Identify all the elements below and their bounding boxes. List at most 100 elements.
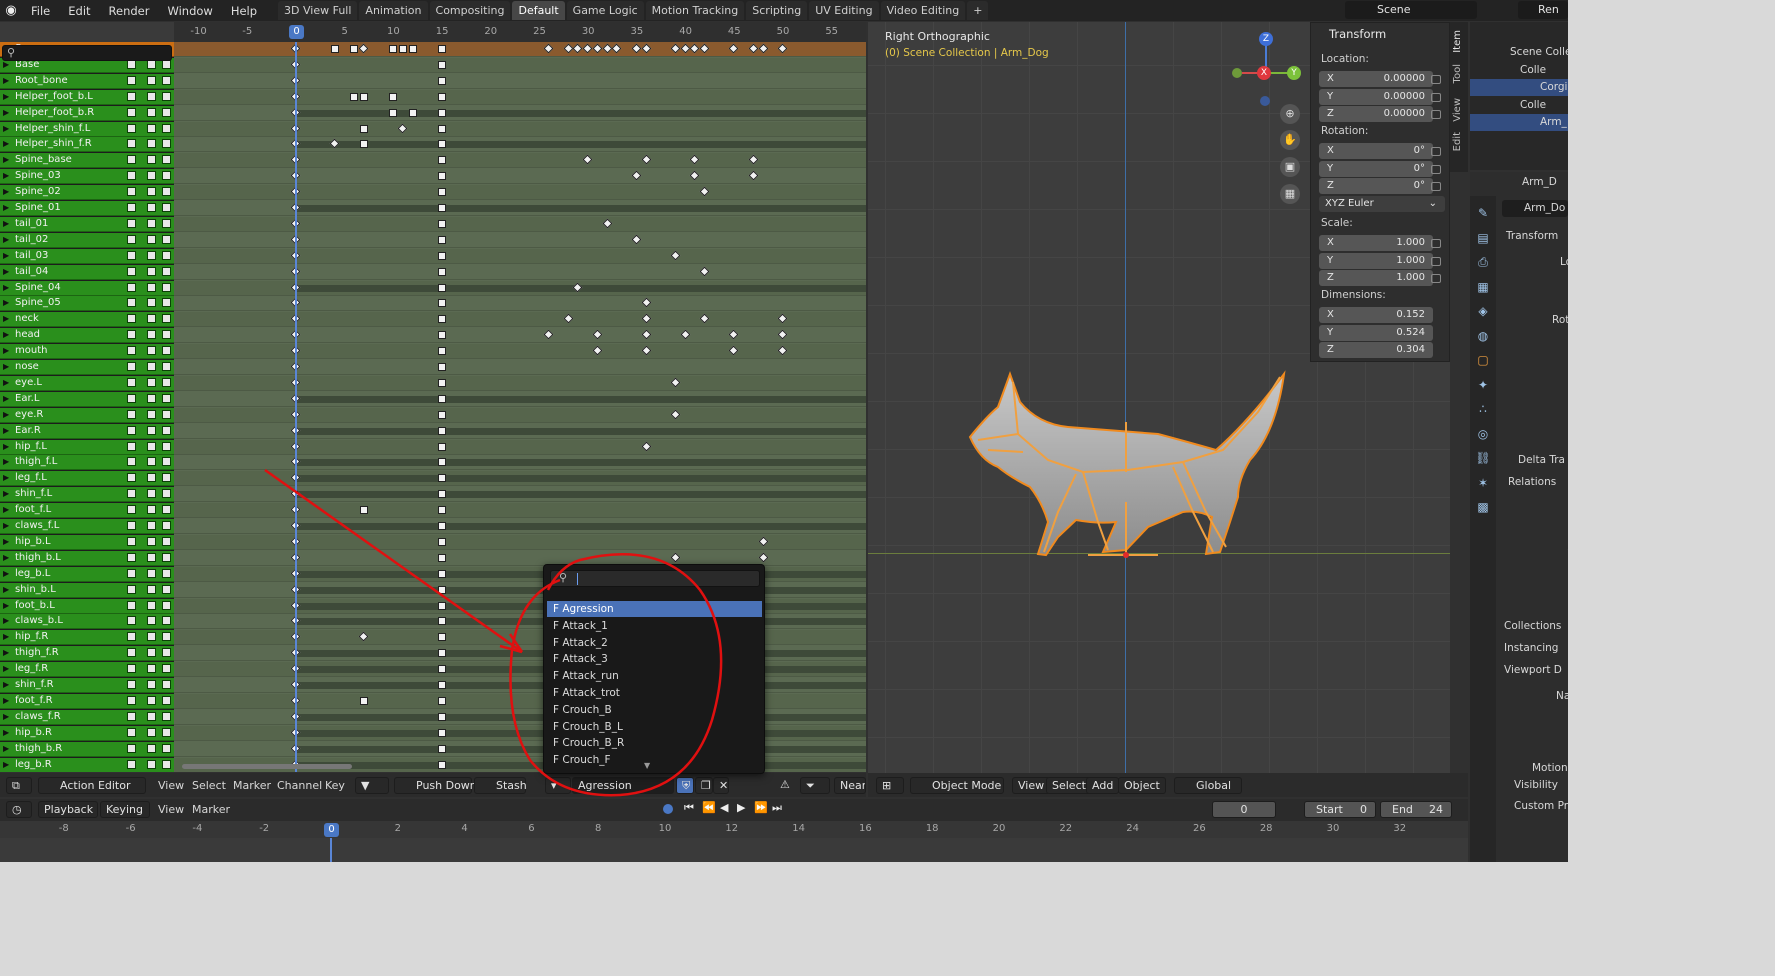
keyframe[interactable]	[641, 345, 652, 356]
lock-icon[interactable]	[1431, 256, 1441, 266]
checkbox-icon[interactable]	[147, 139, 156, 149]
keyframe[interactable]	[592, 345, 603, 356]
close-icon[interactable]: ✕	[713, 777, 729, 794]
action-name-field[interactable]: Agression	[572, 777, 674, 794]
expand-icon[interactable]: ▶	[3, 74, 9, 88]
location-x-field[interactable]: X 0.00000	[1319, 71, 1433, 87]
channel-search-input[interactable]: ⚲	[2, 45, 172, 61]
start-frame-field[interactable]: Start 0	[1304, 801, 1376, 818]
expand-icon[interactable]: ▶	[3, 360, 9, 374]
wrench-icon[interactable]	[127, 362, 136, 371]
keyframe[interactable]	[438, 696, 447, 705]
menu-marker[interactable]: Marker	[192, 803, 230, 816]
dopesheet-row[interactable]	[174, 328, 866, 344]
keyframe[interactable]	[592, 43, 603, 54]
channel-row[interactable]: ▶ tail_04	[0, 264, 174, 280]
object-mode-select[interactable]: Object Mode	[910, 777, 1004, 794]
keyframe[interactable]	[438, 522, 447, 530]
dopesheet-row[interactable]	[174, 503, 866, 519]
wrench-icon[interactable]	[127, 409, 136, 419]
checkbox-icon[interactable]	[147, 250, 156, 260]
tab-motion-tracking[interactable]: Motion Tracking	[645, 1, 745, 20]
lock-icon[interactable]	[162, 75, 171, 85]
expand-icon[interactable]: ▶	[3, 646, 9, 660]
checkbox-icon[interactable]	[147, 441, 156, 451]
menu-window[interactable]: Window	[158, 4, 221, 18]
checkbox-icon[interactable]	[147, 187, 156, 197]
dopesheet-row[interactable]	[174, 74, 866, 89]
keyframe[interactable]	[438, 347, 447, 356]
wrench-icon[interactable]	[127, 632, 136, 642]
physics-icon[interactable]: ◎	[1475, 427, 1491, 443]
expand-icon[interactable]: ▶	[3, 551, 9, 565]
dopesheet-row[interactable]	[174, 519, 866, 534]
keyframe[interactable]	[758, 43, 768, 54]
lock-icon[interactable]	[1431, 75, 1441, 84]
checkbox-icon[interactable]	[147, 123, 156, 133]
lock-icon[interactable]	[162, 552, 171, 562]
keyframe[interactable]	[582, 43, 593, 54]
keyframe[interactable]	[689, 154, 700, 165]
keyframe[interactable]	[438, 537, 447, 546]
checkbox-icon[interactable]	[147, 346, 156, 356]
expand-icon[interactable]: ▶	[3, 312, 9, 326]
timeline-body[interactable]	[0, 838, 1468, 862]
expand-icon[interactable]: ▶	[3, 296, 9, 310]
menu-render[interactable]: Render	[100, 4, 159, 18]
action-list-item[interactable]: F Crouch_B	[547, 702, 762, 718]
checkbox-icon[interactable]	[147, 409, 156, 419]
expand-icon[interactable]: ▶	[3, 249, 9, 263]
tool-icon[interactable]: ✎	[1475, 206, 1491, 222]
expand-icon[interactable]: ▶	[3, 185, 9, 199]
keyframe[interactable]	[602, 218, 613, 229]
dimensions-x-field[interactable]: X 0.152	[1319, 307, 1433, 323]
keyframe[interactable]	[641, 43, 652, 54]
expand-icon[interactable]: ▶	[3, 567, 9, 581]
keyframe[interactable]	[543, 329, 554, 340]
view-layer-selector[interactable]: Ren	[1518, 1, 1568, 19]
rotation-y-field[interactable]: Y 0°	[1319, 160, 1433, 177]
lock-icon[interactable]	[162, 234, 171, 244]
dopesheet-row[interactable]	[174, 248, 866, 264]
wrench-icon[interactable]	[127, 664, 136, 674]
checkbox-icon[interactable]	[147, 377, 156, 387]
lock-icon[interactable]	[162, 489, 171, 499]
channel-row[interactable]: ▶ foot_f.R	[0, 693, 174, 709]
keyframe[interactable]	[438, 331, 447, 340]
checkbox-icon[interactable]	[147, 203, 156, 212]
channel-row[interactable]: ▶ claws_f.L	[0, 519, 174, 534]
wrench-icon[interactable]	[127, 234, 136, 244]
tab-game-logic[interactable]: Game Logic	[566, 1, 644, 20]
keyframe[interactable]	[438, 315, 447, 324]
lock-icon[interactable]	[162, 282, 171, 292]
stash-button[interactable]: Stash	[474, 777, 527, 794]
channel-row[interactable]: ▶ thigh_f.R	[0, 646, 174, 662]
action-search-input[interactable]: ⚲	[550, 570, 760, 587]
expand-icon[interactable]: ▶	[3, 694, 9, 708]
rotation-x-field[interactable]: X 0°	[1319, 143, 1433, 159]
keyframe[interactable]	[438, 728, 447, 737]
wrench-icon[interactable]	[127, 441, 136, 451]
dopesheet-row[interactable]	[174, 280, 866, 296]
keyframe[interactable]	[438, 204, 447, 212]
3d-viewport[interactable]: Right Orthographic (0) Scene Collection …	[868, 22, 1450, 797]
keyframe[interactable]	[438, 267, 447, 276]
scale-x-field[interactable]: X 1.000	[1319, 235, 1433, 251]
keyframe[interactable]	[360, 124, 369, 133]
checkbox-icon[interactable]	[147, 75, 156, 85]
grid-icon[interactable]: ▦	[1280, 184, 1300, 204]
keyframe[interactable]	[408, 45, 417, 53]
action-list-item[interactable]: F Crouch_B_L	[547, 719, 762, 735]
outliner-item[interactable]: Scene Collect	[1470, 44, 1568, 61]
wrench-icon[interactable]	[127, 203, 136, 212]
property-section[interactable]: Instancing	[1504, 642, 1558, 654]
dopesheet-row[interactable]	[174, 265, 866, 280]
checkbox-icon[interactable]	[147, 632, 156, 642]
lock-icon[interactable]	[1431, 182, 1441, 191]
wrench-icon[interactable]	[127, 695, 136, 705]
scene-icon[interactable]: ◈	[1475, 304, 1491, 320]
lock-icon[interactable]	[162, 330, 171, 340]
lock-icon[interactable]	[162, 346, 171, 356]
keyframe[interactable]	[438, 569, 447, 578]
keyframe[interactable]	[438, 633, 447, 642]
